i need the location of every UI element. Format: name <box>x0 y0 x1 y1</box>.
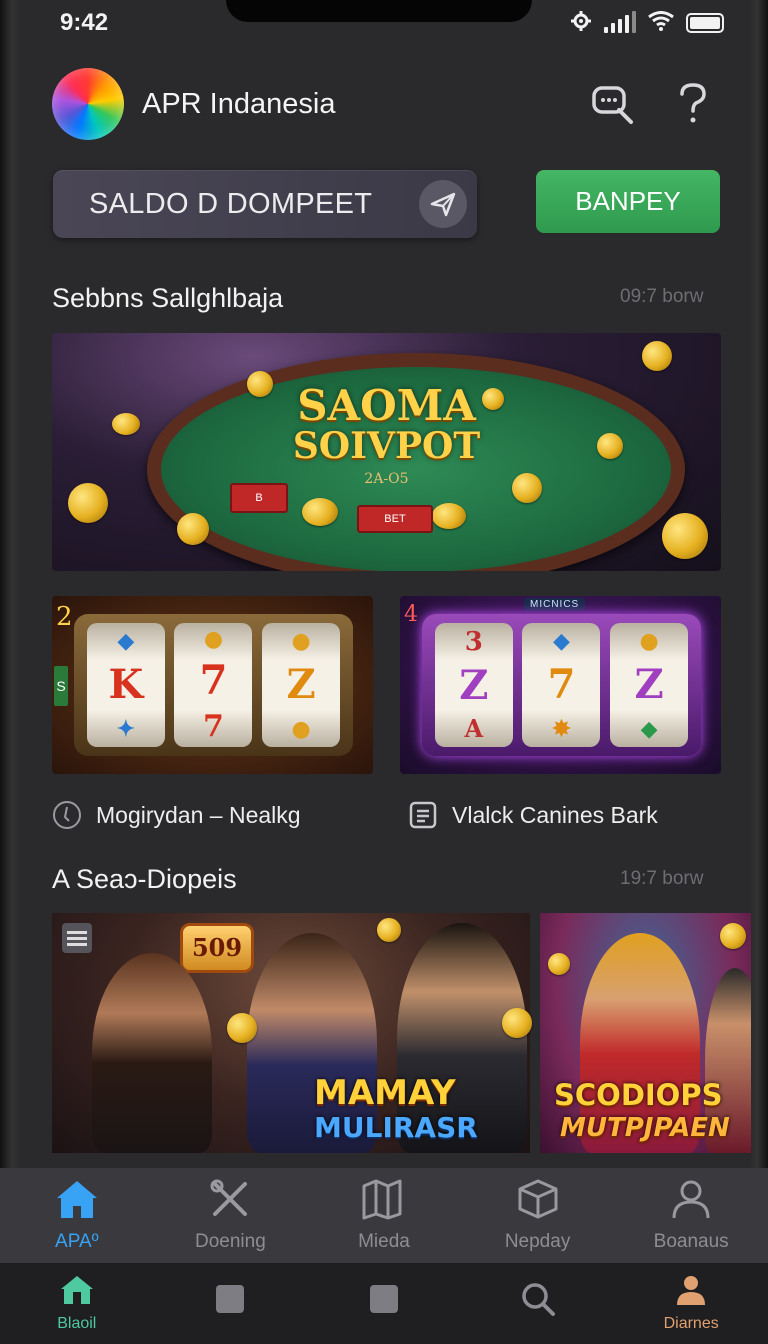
nav-item-boanaus[interactable]: Boanaus <box>626 1178 756 1253</box>
app-logo <box>52 68 124 140</box>
coin-decoration <box>642 341 672 371</box>
game-label-text: Vlalck Canines Bark <box>452 801 658 828</box>
game-label[interactable]: Vlalck Canines Bark <box>408 800 658 830</box>
promo-title: MAMAY <box>314 1073 456 1113</box>
bottom-nav-secondary: Blaoil Diarnes <box>0 1263 768 1344</box>
section-meta: 09:7 borw <box>620 286 704 307</box>
signal-icon <box>604 11 636 33</box>
promo-card[interactable]: 509 MAMAY MULIRASR <box>52 913 532 1153</box>
menu-icon[interactable] <box>62 923 92 953</box>
banner-subtitle: 2A-O5 <box>364 471 409 487</box>
wifi-icon <box>648 10 674 36</box>
coin-decoration <box>662 513 708 559</box>
game-side-number: 2 <box>56 602 73 632</box>
section-title: Sebbns Sallghlbaja <box>52 283 284 313</box>
slot-reel: ◆ 7 ✸ <box>522 623 601 747</box>
nav-item-nepday[interactable]: Nepday <box>473 1178 603 1253</box>
status-icons <box>570 10 724 37</box>
game-card[interactable]: 4 MICNICS 3ZA ◆ 7 ✸ ● Z ◆ <box>400 596 721 774</box>
game-side-number: 4 <box>404 602 418 627</box>
home-icon <box>53 1178 101 1225</box>
nav2-item-blaoil[interactable]: Blaoil <box>12 1274 142 1333</box>
coin-decoration <box>68 483 108 523</box>
wallet-label: SALDO D DOMPEET <box>89 187 373 220</box>
settings-status-icon <box>570 10 592 37</box>
promo-carousel[interactable]: 509 MAMAY MULIRASR SCODIOPS MUTPJPAEN <box>52 913 751 1153</box>
section-title: A Seaɔ-Diopeis <box>52 864 237 894</box>
nav-label: Boanaus <box>653 1231 729 1252</box>
table-chip: BET <box>357 505 433 533</box>
nav-label: Doening <box>195 1231 266 1252</box>
coin-decoration <box>720 923 746 949</box>
coin-decoration <box>432 503 466 529</box>
coin-decoration <box>302 498 338 526</box>
promo-title: SCODIOPS <box>554 1078 723 1112</box>
person-illustration <box>92 953 212 1153</box>
nav2-item-square[interactable] <box>165 1283 295 1324</box>
document-icon <box>408 800 438 830</box>
nav2-item-square[interactable] <box>319 1283 449 1324</box>
slot-reel: ● 7 7 <box>174 623 253 747</box>
map-icon <box>361 1178 407 1225</box>
slot-reels: 3ZA ◆ 7 ✸ ● Z ◆ <box>422 614 701 756</box>
phone-screen: 9:42 APR Indanesia SALDO D DOMPEET BANPE… <box>0 0 768 1344</box>
coin-decoration <box>548 953 570 975</box>
clock-icon <box>52 800 82 830</box>
nav-item-mieda[interactable]: Mieda <box>319 1178 449 1253</box>
status-time: 9:42 <box>60 9 109 36</box>
nav-label: Blaoil <box>57 1315 97 1332</box>
game-card[interactable]: 2 S ◆ K ✦ ● 7 7 ● Z ● <box>52 596 373 774</box>
nav-item-home[interactable]: APAº <box>12 1178 142 1253</box>
nav-label: Diarnes <box>663 1315 719 1332</box>
coin-decoration <box>227 1013 257 1043</box>
nav2-item-search[interactable] <box>473 1281 603 1326</box>
chat-search-icon[interactable] <box>588 79 638 129</box>
square-icon <box>214 1283 246 1320</box>
promo-subtitle: MUTPJPAEN <box>560 1113 730 1143</box>
table-chip: B <box>230 483 288 513</box>
tools-icon <box>209 1178 251 1225</box>
banner-title-line2: SOIVPOT <box>292 425 481 467</box>
game-side-marker: S <box>54 666 68 706</box>
wallet-balance-field[interactable]: SALDO D DOMPEET <box>53 170 477 238</box>
featured-banner[interactable]: SAOMA SOIVPOT 2A-O5 B BET <box>52 333 721 571</box>
app-header: APR Indanesia <box>52 68 718 140</box>
game-label[interactable]: Mogirydan – Nealkg <box>52 800 301 830</box>
game-badge: MICNICS <box>524 598 586 611</box>
device-frame-right <box>750 0 768 1344</box>
device-frame-left <box>0 0 20 1344</box>
promo-badge: 509 <box>180 923 254 973</box>
promo-subtitle: MULIRASR <box>314 1111 478 1144</box>
slot-reel: ◆ K ✦ <box>86 623 165 747</box>
search-icon <box>520 1281 556 1322</box>
nav-label: Nepday <box>504 1231 571 1252</box>
slot-reel: 3ZA <box>434 623 513 747</box>
nav-item-doening[interactable]: Doening <box>165 1178 295 1253</box>
bottom-nav-primary: APAº Doening Mieda Nepday Boanaus <box>0 1168 768 1263</box>
nav2-item-diarnes[interactable]: Diarnes <box>626 1274 756 1333</box>
banner-title: SAOMA <box>297 381 476 430</box>
user-icon <box>670 1178 712 1225</box>
home-icon <box>59 1274 95 1311</box>
section-meta: 19:7 borw <box>620 868 704 889</box>
person-icon <box>674 1274 708 1311</box>
battery-icon <box>686 13 724 33</box>
deposit-button[interactable]: BANPEY <box>536 170 720 233</box>
coin-decoration <box>177 513 209 545</box>
nav-label: Mieda <box>358 1231 410 1252</box>
square-icon <box>368 1283 400 1320</box>
slot-reel: ● Z ● <box>262 623 341 747</box>
slot-reel: ● Z ◆ <box>610 623 689 747</box>
slot-reels: ◆ K ✦ ● 7 7 ● Z ● <box>74 614 353 756</box>
nav-label: APAº <box>55 1231 99 1252</box>
help-icon[interactable] <box>668 79 718 129</box>
game-label-text: Mogirydan – Nealkg <box>96 801 301 828</box>
coin-decoration <box>377 918 401 942</box>
coin-decoration <box>502 1008 532 1038</box>
send-icon[interactable] <box>419 180 467 228</box>
status-bar: 9:42 <box>60 8 724 38</box>
box-icon <box>516 1178 560 1225</box>
app-title: APR Indanesia <box>142 87 336 120</box>
promo-card[interactable]: SCODIOPS MUTPJPAEN <box>540 913 751 1153</box>
